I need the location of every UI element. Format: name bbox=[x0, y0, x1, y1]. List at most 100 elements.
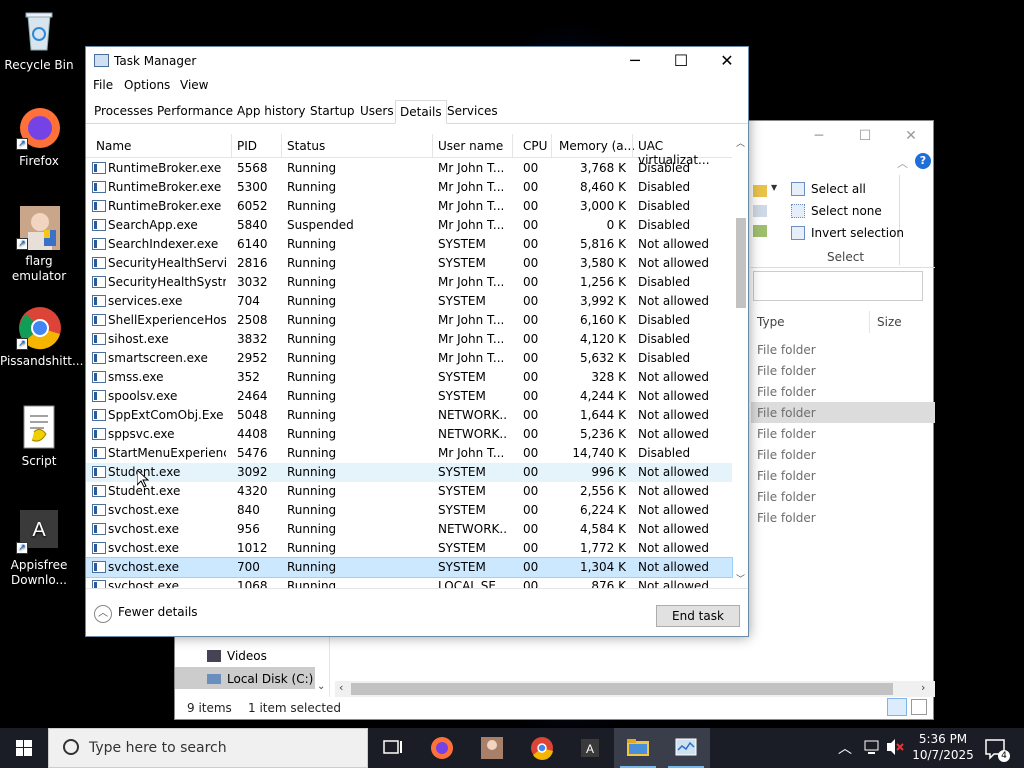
tab-app-history[interactable]: App history bbox=[233, 100, 310, 124]
scroll-up-icon[interactable]: ︿ bbox=[736, 136, 745, 149]
process-row[interactable]: RuntimeBroker.exe 5300 Running Mr John T...… bbox=[86, 178, 732, 197]
process-row[interactable]: StartMenuExperienc... 5476 Running Mr John … bbox=[86, 444, 732, 463]
nav-item-local-disk[interactable]: Local Disk (C:) bbox=[207, 672, 313, 686]
process-row[interactable]: smartscreen.exe 2952 Running Mr John T... 00… bbox=[86, 349, 732, 368]
close-icon[interactable]: ✕ bbox=[704, 47, 750, 75]
invert-selection-button[interactable]: Invert selection bbox=[791, 226, 904, 240]
taskbar-flarg[interactable] bbox=[468, 728, 516, 768]
menu-view[interactable]: View bbox=[180, 78, 208, 92]
process-row[interactable]: svchost.exe 1068 Running LOCAL SE... 00 876 K… bbox=[86, 577, 732, 588]
nav-item-videos[interactable]: Videos bbox=[207, 649, 267, 663]
process-row[interactable]: services.exe 704 Running SYSTEM 00 3,992 K Not… bbox=[86, 292, 732, 311]
details-view-icon[interactable] bbox=[887, 698, 907, 716]
process-icon bbox=[92, 200, 106, 212]
process-row[interactable]: SppExtComObj.Exe 5048 Running NETWORK... 00 1… bbox=[86, 406, 732, 425]
desktop-icon-firefox[interactable]: ↗ Firefox bbox=[0, 104, 78, 169]
column-divider[interactable] bbox=[632, 134, 633, 158]
fewer-details-button[interactable]: ︿ Fewer details bbox=[94, 605, 198, 623]
taskbar-file-explorer[interactable] bbox=[614, 728, 662, 768]
column-memory[interactable]: Memory (a... bbox=[559, 139, 635, 153]
collapse-ribbon-icon[interactable]: ︿ bbox=[897, 155, 908, 171]
horizontal-scroll-thumb[interactable] bbox=[351, 683, 893, 695]
process-row[interactable]: sihost.exe 3832 Running Mr John T... 00 4,120… bbox=[86, 330, 732, 349]
explorer-search-box[interactable] bbox=[753, 271, 923, 301]
desktop-icon-recycle-bin[interactable]: Recycle Bin bbox=[0, 8, 78, 73]
process-row[interactable]: RuntimeBroker.exe 6052 Running Mr John T...… bbox=[86, 197, 732, 216]
taskbar-firefox[interactable] bbox=[418, 728, 466, 768]
process-row[interactable]: Student.exe 4320 Running SYSTEM 00 2,556 K Not… bbox=[86, 482, 732, 501]
column-divider[interactable] bbox=[281, 134, 282, 158]
action-center-button[interactable]: 4 bbox=[980, 728, 1010, 768]
process-row[interactable]: spoolsv.exe 2464 Running SYSTEM 00 4,244 K Not… bbox=[86, 387, 732, 406]
vertical-scroll-thumb[interactable] bbox=[736, 218, 746, 308]
column-size[interactable]: Size bbox=[877, 315, 902, 329]
cell-name: sihost.exe bbox=[108, 332, 169, 346]
close-icon[interactable]: ✕ bbox=[891, 125, 931, 147]
process-row[interactable]: RuntimeBroker.exe 5568 Running Mr John T...… bbox=[86, 159, 732, 178]
menu-options[interactable]: Options bbox=[124, 78, 170, 92]
cell-name: spoolsv.exe bbox=[108, 389, 178, 403]
help-icon[interactable]: ? bbox=[915, 153, 931, 169]
minimize-icon[interactable]: ─ bbox=[799, 125, 839, 147]
menu-file[interactable]: File bbox=[93, 78, 113, 92]
process-row[interactable]: sppsvc.exe 4408 Running NETWORK... 00 5,236 K… bbox=[86, 425, 732, 444]
task-view-button[interactable] bbox=[368, 728, 416, 768]
process-row[interactable]: SearchIndexer.exe 6140 Running SYSTEM 00 5,81… bbox=[86, 235, 732, 254]
process-row[interactable]: ShellExperienceHost.... 2508 Running Mr Joh… bbox=[86, 311, 732, 330]
process-row[interactable]: svchost.exe 956 Running NETWORK... 00 4,584 K… bbox=[86, 520, 732, 539]
column-divider[interactable] bbox=[512, 134, 513, 158]
task-manager-titlebar[interactable]: Task Manager ─ ☐ ✕ bbox=[86, 47, 748, 75]
maximize-icon[interactable]: ☐ bbox=[658, 47, 704, 75]
process-row[interactable]: SecurityHealthServic... 2816 Running SYSTEM… bbox=[86, 254, 732, 273]
tab-processes[interactable]: Processes bbox=[90, 100, 157, 124]
process-row[interactable]: Student.exe 3092 Running SYSTEM 00 996 K Not a… bbox=[86, 463, 732, 482]
tab-startup[interactable]: Startup bbox=[306, 100, 359, 124]
tab-performance[interactable]: Performance bbox=[153, 100, 237, 124]
process-row[interactable]: smss.exe 352 Running SYSTEM 00 328 K Not allow… bbox=[86, 368, 732, 387]
desktop-icon-appisfree[interactable]: A ↗ Appisfree Downlo... bbox=[0, 508, 78, 588]
select-all-button[interactable]: Select all bbox=[791, 182, 866, 196]
scroll-down-icon[interactable]: ﹀ bbox=[736, 572, 745, 585]
process-row[interactable]: svchost.exe 1012 Running SYSTEM 00 1,772 K Not… bbox=[86, 539, 732, 558]
network-tray[interactable] bbox=[862, 728, 882, 768]
system-clock[interactable]: 5:36 PM 10/7/2025 bbox=[900, 731, 986, 763]
column-divider[interactable] bbox=[869, 311, 870, 333]
column-name[interactable]: Name bbox=[96, 139, 131, 153]
process-row[interactable]: SearchApp.exe 5840 Suspended Mr John T... 00… bbox=[86, 216, 732, 235]
column-pid[interactable]: PID bbox=[237, 139, 257, 153]
taskbar-chrome[interactable] bbox=[518, 728, 566, 768]
scroll-right-icon[interactable]: › bbox=[921, 681, 925, 694]
desktop-icon-script[interactable]: Script bbox=[0, 404, 78, 469]
start-button[interactable] bbox=[0, 728, 48, 768]
tab-users[interactable]: Users bbox=[356, 100, 398, 124]
nav-scroll-down-icon[interactable]: ⌄ bbox=[317, 681, 325, 692]
column-divider[interactable] bbox=[432, 134, 433, 158]
maximize-icon[interactable]: ☐ bbox=[845, 125, 885, 147]
end-task-button[interactable]: End task bbox=[656, 605, 740, 627]
taskbar-task-manager[interactable] bbox=[662, 728, 710, 768]
tab-services[interactable]: Services bbox=[443, 100, 502, 124]
select-none-button[interactable]: Select none bbox=[791, 204, 882, 218]
column-status[interactable]: Status bbox=[287, 139, 325, 153]
process-row[interactable]: SecurityHealthSystra... 3032 Running Mr Joh… bbox=[86, 273, 732, 292]
process-row[interactable]: svchost.exe 700 Running SYSTEM 00 1,304 K Not … bbox=[86, 557, 733, 578]
taskbar-search-box[interactable]: Type here to search bbox=[48, 728, 368, 768]
minimize-icon[interactable]: ─ bbox=[612, 47, 658, 75]
column-divider[interactable] bbox=[231, 134, 232, 158]
column-type[interactable]: Type bbox=[757, 315, 785, 329]
cell-pid: 840 bbox=[237, 503, 260, 517]
tab-details[interactable]: Details bbox=[395, 100, 447, 124]
large-icons-view-icon[interactable] bbox=[911, 699, 927, 715]
column-user[interactable]: User name bbox=[438, 139, 503, 153]
cell-name: svchost.exe bbox=[108, 541, 179, 555]
column-divider[interactable] bbox=[551, 134, 552, 158]
desktop-icon-chrome[interactable]: ↗ Pissandshitt... bbox=[0, 304, 83, 369]
scroll-left-icon[interactable]: ‹ bbox=[339, 681, 343, 694]
dropdown-arrow-icon[interactable]: ▼ bbox=[771, 183, 777, 192]
column-cpu[interactable]: CPU bbox=[523, 139, 547, 153]
process-row[interactable]: svchost.exe 840 Running SYSTEM 00 6,224 K Not … bbox=[86, 501, 732, 520]
taskbar-appisfree[interactable]: A bbox=[566, 728, 614, 768]
desktop-icon-flarg[interactable]: ↗ flarg emulator bbox=[0, 204, 78, 284]
vertical-scrollbar[interactable]: ︿ ﹀ bbox=[734, 134, 748, 588]
cell-memory: 3,992 K bbox=[579, 294, 626, 308]
